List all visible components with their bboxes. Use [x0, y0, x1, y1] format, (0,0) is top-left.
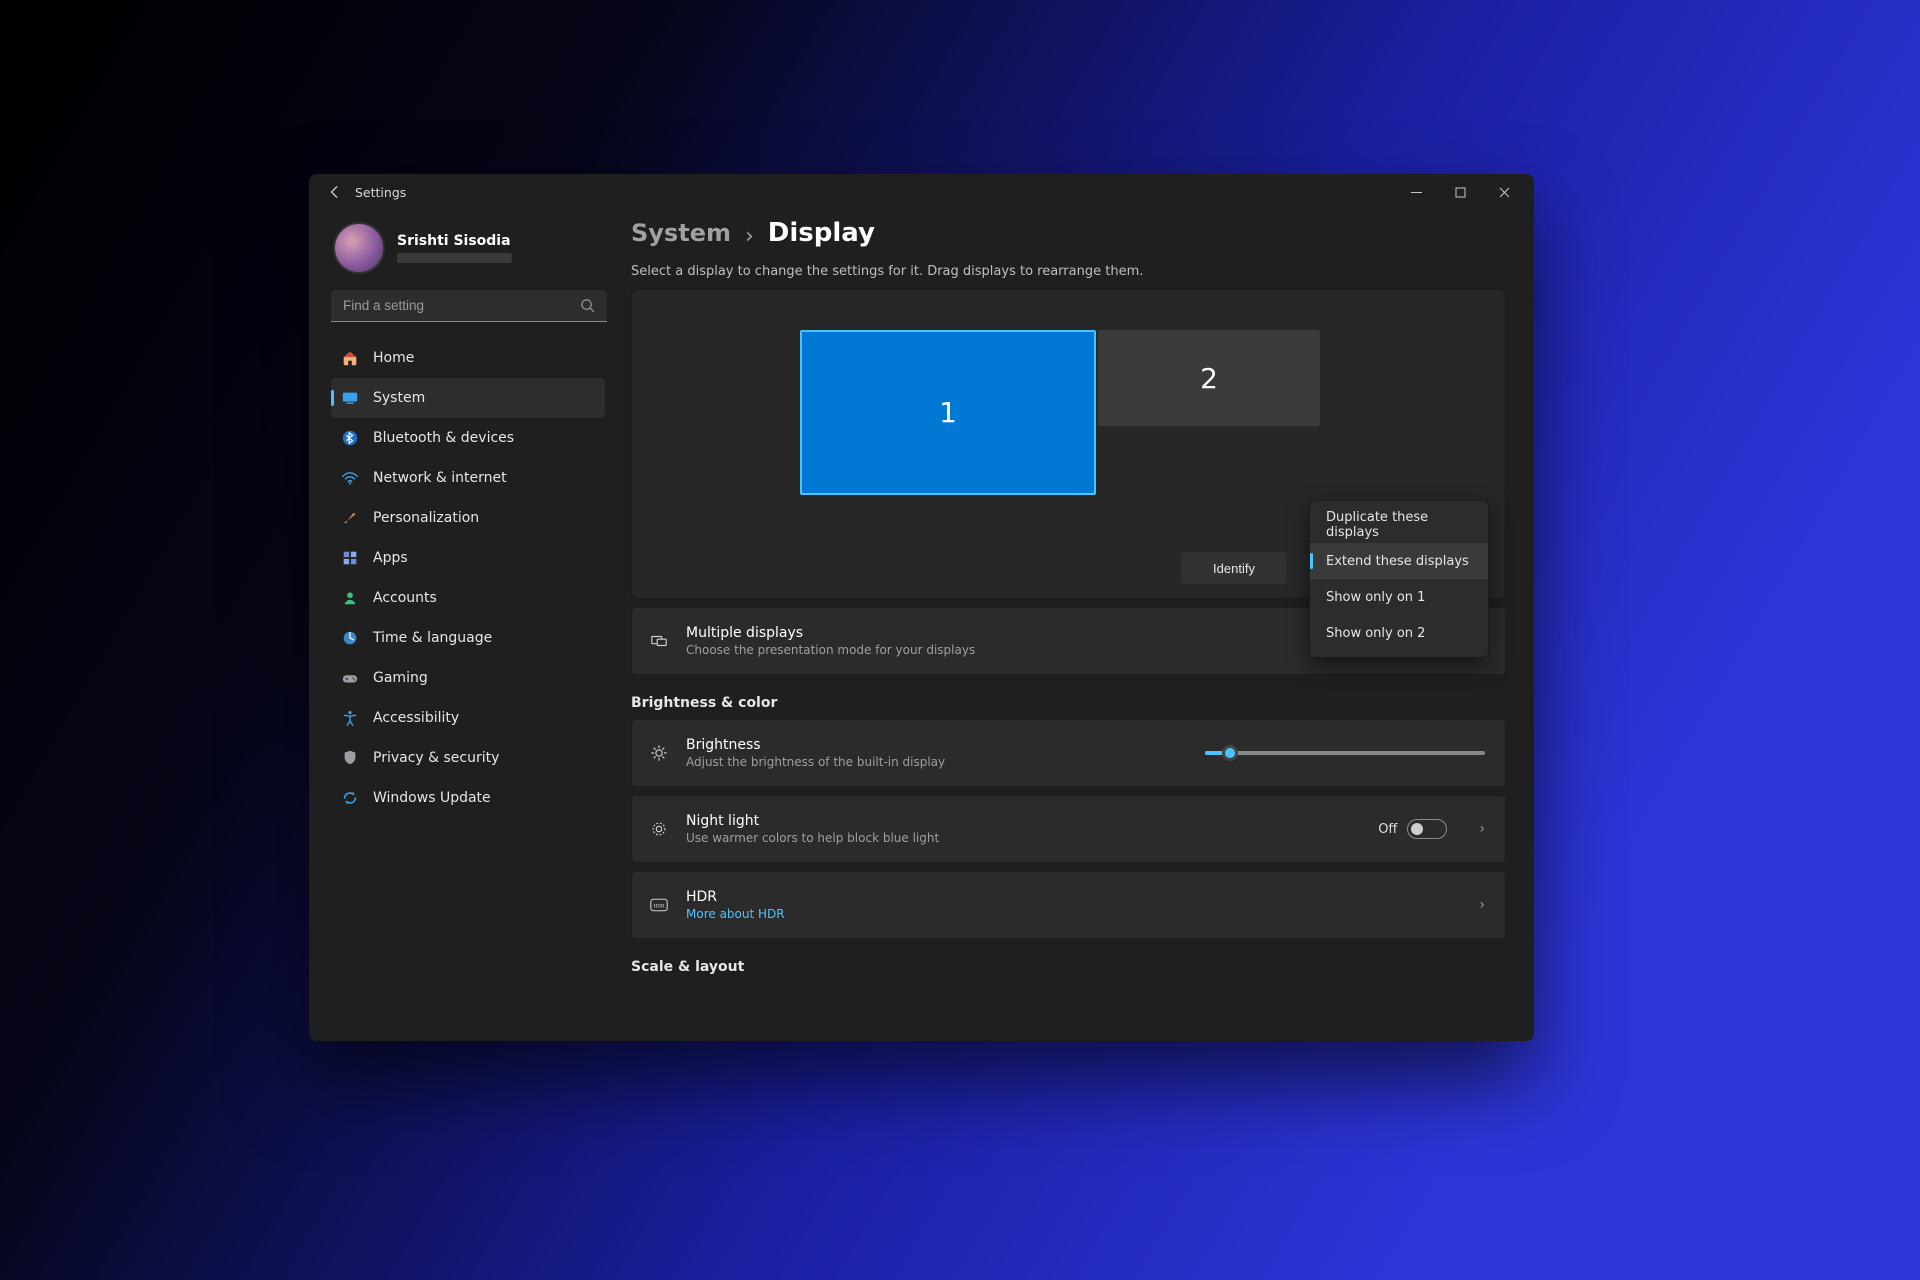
monitor-1[interactable]: 1	[800, 330, 1096, 495]
sidebar-item-label: Gaming	[373, 670, 428, 686]
section-scale-layout: Scale & layout	[631, 959, 1506, 975]
night-light-card[interactable]: Night light Use warmer colors to help bl…	[631, 795, 1506, 863]
sidebar-nav: Home System Bluetooth & devices Network …	[331, 338, 605, 818]
titlebar: Settings	[309, 174, 1534, 210]
sidebar-item-label: Time & language	[373, 630, 492, 646]
sidebar-item-label: Privacy & security	[373, 750, 499, 766]
sidebar-item-label: System	[373, 390, 425, 406]
projection-option-only1[interactable]: Show only on 1	[1310, 579, 1488, 615]
brightness-slider[interactable]	[1205, 751, 1485, 755]
search-input[interactable]	[331, 290, 607, 322]
sidebar-item-network[interactable]: Network & internet	[331, 458, 605, 498]
sidebar-item-bluetooth[interactable]: Bluetooth & devices	[331, 418, 605, 458]
home-icon	[341, 349, 359, 367]
settings-window: Settings Srishti Sisodia	[309, 174, 1534, 1041]
sidebar-item-windows-update[interactable]: Windows Update	[331, 778, 605, 818]
section-brightness-color: Brightness & color	[631, 695, 1506, 711]
breadcrumb: System › Display	[631, 218, 1506, 248]
sidebar-item-apps[interactable]: Apps	[331, 538, 605, 578]
sidebar-item-label: Accessibility	[373, 710, 459, 726]
avatar	[333, 222, 385, 274]
sidebar-item-system[interactable]: System	[331, 378, 605, 418]
minimize-button[interactable]	[1394, 174, 1438, 210]
slider-knob[interactable]	[1222, 745, 1238, 761]
user-handle-redacted	[397, 253, 512, 263]
breadcrumb-parent[interactable]: System	[631, 219, 731, 247]
close-button[interactable]	[1482, 174, 1526, 210]
sidebar-item-label: Bluetooth & devices	[373, 430, 514, 446]
sidebar-item-label: Home	[373, 350, 414, 366]
chevron-right-icon: ›	[745, 224, 754, 249]
chevron-right-icon: ›	[1479, 821, 1485, 837]
projection-option-only2[interactable]: Show only on 2	[1310, 615, 1488, 651]
toggle-label: Off	[1378, 822, 1397, 837]
svg-text:HDR: HDR	[653, 903, 665, 909]
sidebar: Srishti Sisodia Home System	[309, 210, 615, 1041]
night-light-toggle[interactable]	[1407, 819, 1447, 839]
person-icon	[341, 589, 359, 607]
maximize-button[interactable]	[1438, 174, 1482, 210]
projection-option-extend[interactable]: Extend these displays	[1310, 543, 1488, 579]
user-name: Srishti Sisodia	[397, 233, 512, 249]
clock-globe-icon	[341, 629, 359, 647]
hdr-card[interactable]: HDR HDR More about HDR ›	[631, 871, 1506, 939]
apps-icon	[341, 549, 359, 567]
brightness-card: Brightness Adjust the brightness of the …	[631, 719, 1506, 787]
sidebar-item-accounts[interactable]: Accounts	[331, 578, 605, 618]
chevron-right-icon: ›	[1479, 897, 1485, 913]
brightness-icon	[650, 744, 668, 762]
sidebar-item-label: Windows Update	[373, 790, 491, 806]
gamepad-icon	[341, 669, 359, 687]
monitor-2[interactable]: 2	[1098, 330, 1320, 426]
wifi-icon	[341, 469, 359, 487]
hdr-icon: HDR	[650, 896, 668, 914]
accessibility-icon	[341, 709, 359, 727]
sidebar-item-label: Accounts	[373, 590, 437, 606]
night-light-icon	[650, 820, 668, 838]
identify-button[interactable]: Identify	[1181, 552, 1287, 584]
row-title: Night light	[686, 813, 1360, 829]
sidebar-item-accessibility[interactable]: Accessibility	[331, 698, 605, 738]
sidebar-item-label: Personalization	[373, 510, 479, 526]
system-icon	[341, 389, 359, 407]
row-title: Brightness	[686, 737, 1187, 753]
sidebar-item-home[interactable]: Home	[331, 338, 605, 378]
user-block[interactable]: Srishti Sisodia	[333, 222, 605, 274]
row-title: HDR	[686, 889, 1447, 905]
hdr-more-link[interactable]: More about HDR	[686, 907, 1447, 921]
projection-option-duplicate[interactable]: Duplicate these displays	[1310, 507, 1488, 543]
bluetooth-icon	[341, 429, 359, 447]
sidebar-item-time[interactable]: Time & language	[331, 618, 605, 658]
sidebar-item-privacy[interactable]: Privacy & security	[331, 738, 605, 778]
row-subtitle: Use warmer colors to help block blue lig…	[686, 831, 1360, 845]
back-button[interactable]	[323, 180, 347, 204]
content-pane: System › Display Select a display to cha…	[615, 210, 1534, 1041]
page-title: Display	[768, 218, 875, 248]
projection-dropdown: Duplicate these displays Extend these di…	[1309, 500, 1489, 658]
sidebar-item-personalization[interactable]: Personalization	[331, 498, 605, 538]
app-title: Settings	[355, 185, 406, 200]
search-wrap	[331, 290, 605, 322]
multiple-displays-icon	[650, 632, 668, 650]
sidebar-item-label: Apps	[373, 550, 408, 566]
paintbrush-icon	[341, 509, 359, 527]
shield-icon	[341, 749, 359, 767]
display-arrangement: 1 2 Identify Duplicate these displays Ex…	[631, 289, 1506, 599]
sidebar-item-gaming[interactable]: Gaming	[331, 658, 605, 698]
hint-text: Select a display to change the settings …	[631, 264, 1506, 279]
sidebar-item-label: Network & internet	[373, 470, 507, 486]
row-subtitle: Adjust the brightness of the built-in di…	[686, 755, 1187, 769]
refresh-icon	[341, 789, 359, 807]
